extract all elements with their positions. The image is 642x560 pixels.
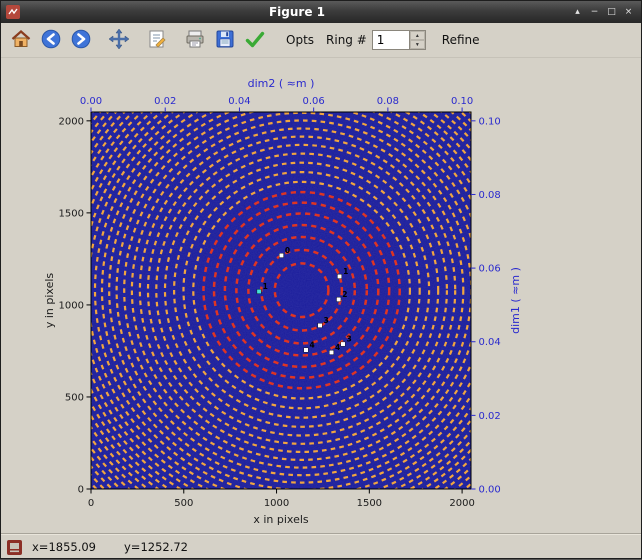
svg-text:1: 1	[343, 267, 348, 276]
subplots-button[interactable]	[181, 26, 209, 54]
pan-button[interactable]	[105, 26, 133, 54]
spin-up-button[interactable]: ▲	[410, 31, 425, 40]
toolbar-icon-buttons	[6, 26, 270, 54]
svg-text:3: 3	[324, 316, 329, 325]
statusbar: x=1855.09 y=1252.72	[1, 533, 641, 560]
toolbar: Opts Ring # 1 ▲ ▼ Refine	[1, 23, 641, 58]
svg-text:0.06: 0.06	[479, 264, 501, 275]
svg-text:3: 3	[347, 335, 352, 344]
pan-icon	[108, 28, 130, 53]
cursor-x-readout: x=1855.09	[32, 540, 96, 554]
printer-icon	[184, 28, 206, 53]
svg-text:2000: 2000	[59, 116, 84, 127]
svg-text:0: 0	[78, 485, 84, 496]
forward-icon	[70, 28, 92, 53]
maximize-button[interactable]: □	[604, 5, 619, 20]
svg-text:y in pixels: y in pixels	[43, 273, 56, 329]
statusbar-icon	[7, 540, 22, 555]
refine-button[interactable]: Refine	[434, 31, 488, 49]
customize-button[interactable]	[143, 26, 171, 54]
ring-number-value[interactable]: 1	[373, 31, 409, 49]
svg-text:0.08: 0.08	[377, 96, 399, 107]
svg-text:0.08: 0.08	[479, 190, 501, 201]
check-icon	[244, 28, 266, 53]
minimize-button[interactable]: −	[587, 5, 602, 20]
svg-text:x in pixels: x in pixels	[253, 513, 309, 526]
svg-text:2000: 2000	[449, 498, 474, 509]
svg-text:dim2 ( ≈m ): dim2 ( ≈m )	[248, 77, 315, 90]
save-button[interactable]	[211, 26, 239, 54]
figure-canvas[interactable]: 0112334405001000150020000500100015002000…	[1, 58, 641, 533]
svg-text:4: 4	[310, 341, 315, 350]
svg-text:1000: 1000	[59, 300, 84, 311]
close-button[interactable]: ×	[621, 5, 636, 20]
spin-buttons: ▲ ▼	[409, 31, 425, 49]
svg-text:0: 0	[88, 498, 94, 509]
svg-text:0.04: 0.04	[479, 337, 501, 348]
svg-text:0.00: 0.00	[80, 96, 102, 107]
svg-text:0.06: 0.06	[303, 96, 325, 107]
apply-button[interactable]	[241, 26, 269, 54]
svg-text:500: 500	[65, 393, 84, 404]
shade-button[interactable]: ▴	[570, 5, 585, 20]
svg-text:1500: 1500	[59, 208, 84, 219]
svg-text:0.10: 0.10	[451, 96, 473, 107]
home-icon	[10, 28, 32, 53]
svg-text:1: 1	[263, 282, 268, 291]
svg-text:1500: 1500	[357, 498, 382, 509]
ring-number-label: Ring #	[326, 33, 367, 47]
svg-text:0.10: 0.10	[479, 116, 501, 127]
opts-button[interactable]: Opts	[278, 31, 322, 49]
figure-window: Figure 1 ▴−□× Opts Ring # 1 ▲ ▼ Refine 0…	[0, 0, 642, 559]
svg-text:0: 0	[285, 246, 290, 255]
svg-text:4: 4	[335, 343, 340, 352]
svg-text:2: 2	[342, 290, 347, 299]
svg-text:dim1 ( ≈m ): dim1 ( ≈m )	[509, 267, 522, 334]
window-title: Figure 1	[24, 5, 570, 19]
cursor-y-readout: y=1252.72	[124, 540, 188, 554]
svg-text:1000: 1000	[264, 498, 289, 509]
ring-number-spinbox[interactable]: 1 ▲ ▼	[372, 30, 426, 50]
back-button[interactable]	[37, 26, 65, 54]
svg-text:0.00: 0.00	[479, 485, 501, 496]
window-icon	[6, 5, 20, 19]
customize-icon	[146, 28, 168, 53]
svg-text:0.02: 0.02	[479, 411, 501, 422]
spin-down-button[interactable]: ▼	[410, 40, 425, 49]
forward-button[interactable]	[67, 26, 95, 54]
window-controls: ▴−□×	[570, 5, 636, 20]
svg-text:0.04: 0.04	[228, 96, 250, 107]
titlebar[interactable]: Figure 1 ▴−□×	[1, 1, 641, 23]
save-icon	[214, 28, 236, 53]
plot-svg: 0112334405001000150020000500100015002000…	[1, 58, 641, 533]
home-button[interactable]	[7, 26, 35, 54]
svg-text:0.02: 0.02	[154, 96, 176, 107]
svg-text:500: 500	[174, 498, 193, 509]
back-icon	[40, 28, 62, 53]
